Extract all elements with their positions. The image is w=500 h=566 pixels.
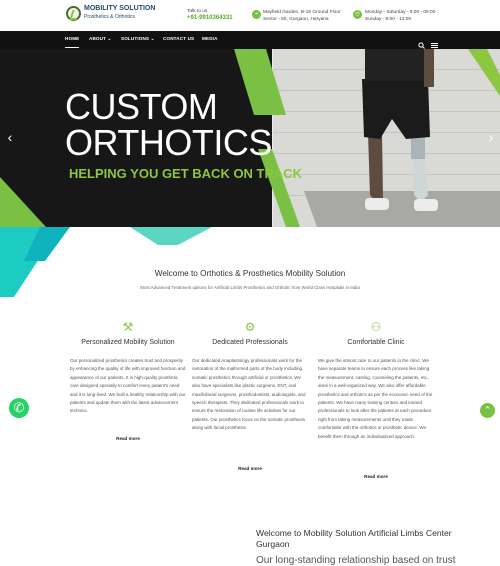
talk-label: Talk to us xyxy=(187,9,208,14)
address-info: Mayfield Garden, B-16 Ground Floor Secto… xyxy=(263,9,341,23)
logo-sub-text: Prosthetics & Orthotics xyxy=(84,14,135,20)
card-body-professionals: Our dedicated Anaplastology professional… xyxy=(192,358,306,431)
shoe-right xyxy=(414,199,438,211)
address-line-2: Sector - 50, Gurgaon, Haryana xyxy=(263,17,329,22)
card-body-personalized: Our personalized prosthetics creates tru… xyxy=(70,358,186,414)
phone-number[interactable]: +91-9910364331 xyxy=(187,15,233,22)
logo-mark-icon xyxy=(66,6,81,21)
menu-icon[interactable] xyxy=(431,36,438,48)
hero-banner: CUSTOM ORTHOTICS HELPING YOU GET BACK ON… xyxy=(0,49,500,227)
intro-subheading: Most Advanced Treatment options for Arti… xyxy=(140,285,360,290)
hours-line-1: Monday - Saturday - 9:00 - 06:00 xyxy=(365,10,436,15)
nav-home[interactable]: HOME xyxy=(65,36,80,48)
shirt xyxy=(365,49,425,81)
nav-contact[interactable]: CONTACT US xyxy=(163,36,194,41)
leg-left xyxy=(368,133,383,202)
card-professionals: ⚙ Dedicated Professionals Our dedicated … xyxy=(192,319,308,479)
clock-icon: ◷ xyxy=(353,10,362,19)
robot-arm-icon: ⚙ xyxy=(244,320,256,334)
floor xyxy=(304,191,500,227)
shoe-left xyxy=(365,198,389,210)
teal-shape-right xyxy=(130,227,212,245)
logo[interactable]: MOBILITY SOLUTION Prosthetics & Orthotic… xyxy=(66,5,155,25)
wrench-icon: ⚒ xyxy=(122,320,134,334)
nav-about[interactable]: ABOUT ⌄ xyxy=(89,36,112,42)
card-body-clinic: We give the utmost care to our patients … xyxy=(318,358,433,439)
hours-line-2: Sunday - 9:00 - 14:00 xyxy=(365,17,412,22)
hours-info: Monday - Saturday - 9:00 - 06:00 Sunday … xyxy=(365,9,435,23)
read-more-professionals[interactable]: Read more xyxy=(192,466,308,471)
shorts xyxy=(362,79,430,139)
nav-solutions[interactable]: SOLUTIONS ⌄ xyxy=(121,36,155,42)
search-icon[interactable] xyxy=(418,36,425,49)
chevron-up-icon[interactable]: ⌃ xyxy=(480,403,495,418)
card-title-personalized: Personalized Mobility Solution xyxy=(81,339,175,346)
logo-main-text: MOBILITY SOLUTION xyxy=(84,5,156,12)
green-stripe-top xyxy=(234,49,286,115)
green-stripe-left xyxy=(0,177,46,227)
card-personalized: ⚒ Personalized Mobility Solution Our per… xyxy=(70,319,186,459)
address-line-1: Mayfield Garden, B-16 Ground Floor xyxy=(263,10,341,15)
intro-heading: Welcome to Orthotics & Prosthetics Mobil… xyxy=(154,269,346,278)
bottom-heading: Welcome to Mobility Solution Artificial … xyxy=(256,528,452,549)
family-icon: ⚇ xyxy=(370,320,382,334)
phone-info: Talk to us +91-9910364331 xyxy=(187,8,233,22)
chevron-left-icon[interactable]: ‹ xyxy=(5,130,15,144)
hero-title-line-1: CUSTOM xyxy=(65,86,218,127)
card-clinic: ⚇ Comfortable Clinic We give the utmost … xyxy=(318,319,434,489)
bottom-tagline: Our long-standing relationship based on … xyxy=(256,555,456,566)
top-header: MOBILITY SOLUTION Prosthetics & Orthotic… xyxy=(0,0,500,31)
hero-title-line-2: ORTHOTICS xyxy=(65,122,272,163)
green-stripe-right xyxy=(468,49,500,96)
card-title-professionals: Dedicated Professionals xyxy=(212,339,288,346)
whatsapp-icon[interactable]: ✆ xyxy=(9,398,29,418)
card-title-clinic: Comfortable Clinic xyxy=(347,339,405,346)
read-more-personalized[interactable]: Read more xyxy=(70,436,186,441)
main-nav: HOME ABOUT ⌄ SOLUTIONS ⌄ CONTACT US MEDI… xyxy=(0,31,500,49)
chevron-right-icon[interactable]: › xyxy=(486,130,496,144)
arm xyxy=(424,49,434,87)
location-icon: ⌖ xyxy=(252,10,261,19)
hero-tagline: HELPING YOU GET BACK ON TRACK xyxy=(69,166,303,181)
nav-media[interactable]: MEDIA xyxy=(202,36,218,41)
read-more-clinic[interactable]: Read more xyxy=(318,474,434,479)
